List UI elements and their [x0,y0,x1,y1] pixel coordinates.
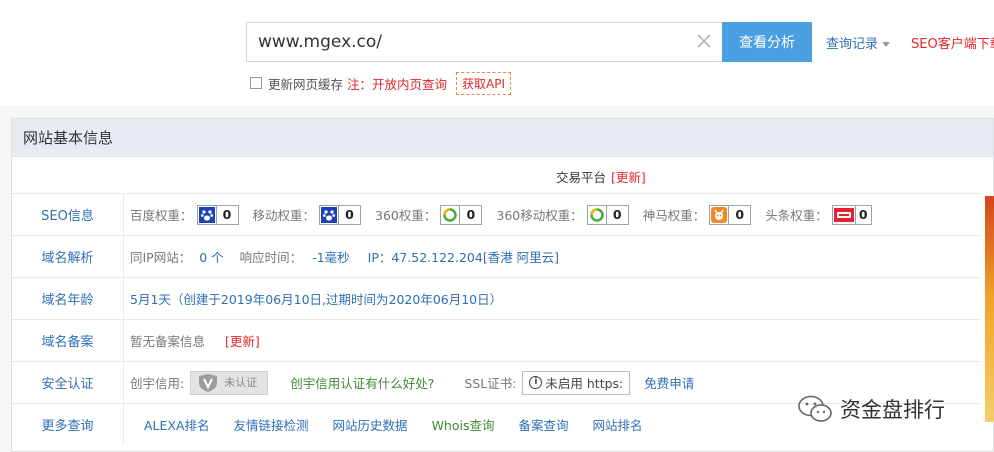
weight-badge[interactable]: 0 [196,204,239,225]
weight-badge[interactable]: 0 [586,204,629,225]
same-ip-label: 同IP网站： [130,250,192,265]
baidu-paw-icon [320,206,338,224]
info-icon: i [529,376,543,389]
icp-body: 暂无备案信息 [更新] [124,331,260,350]
seo-row-label[interactable]: SEO信息 [12,194,124,235]
shenma-weight: 神马权重： 0 [642,204,752,225]
360-weight: 360权重： 0 [375,204,483,225]
weight-value: 0 [215,205,238,224]
weight-label: 百度权重： [130,208,193,223]
history-label: 查询记录 [826,37,879,52]
wechat-icon [798,395,832,422]
response-time-label: 响应时间： [239,250,303,265]
more-query-links: ALEXA排名 友情链接检测 网站历史数据 Whois查询 备案查询 网站排名 [124,415,667,434]
side-ad-strip[interactable] [985,196,994,422]
weight-label: 移动权重： [252,208,316,223]
panel-title: 网站基本信息 [12,119,993,157]
trade-row: 交易平台 [更新] [12,157,993,193]
icp-query-link[interactable]: 备案查询 [518,415,568,434]
baidu-weight: 百度权重： 0 [130,204,239,225]
weight-value: 0 [605,205,628,224]
seo-client-link[interactable]: SEO客户端下载 [911,33,994,52]
credit-label: 创宇信用: [130,376,185,391]
watermark-text: 资金盘排行 [840,398,945,422]
seo-row: SEO信息 百度权重： 0 移动权重： 0 360权重： 0 360移动权重： … [12,193,980,235]
uncertified-text: 未认证 [224,375,258,389]
wechat-watermark: 资金盘排行 [796,394,945,424]
top-search-bar: 查看分析 查询记录 SEO客户端下载 更新网页缓存 注：开放内页查询 获取API [0,0,994,106]
domain-age-body: 5月1天（创建于2019年06月10日,过期时间为2020年06月10日） [124,289,502,308]
trade-update-link[interactable]: [更新] [611,170,646,185]
domain-age-row-label[interactable]: 域名年龄 [12,278,124,319]
shield-v-icon [196,373,220,393]
update-cache-checkbox[interactable] [250,77,262,89]
weight-label: 360权重： [375,208,437,223]
mobile-weight: 移动权重： 0 [252,204,362,225]
security-body: 创宇信用: 未认证 创宇信用认证有什么好处? SSL证书: i 未启用 http… [124,370,694,395]
url-search-input[interactable] [246,22,723,62]
weight-badge[interactable]: 0 [831,204,872,225]
weight-value: 0 [728,205,750,224]
chevron-down-icon [882,42,891,47]
weight-badge[interactable]: 0 [440,204,483,225]
uncertified-badge[interactable]: 未认证 [190,370,269,395]
360-ring-icon [441,206,459,224]
shenma-horse-icon [710,206,728,224]
more-query-row-label[interactable]: 更多查询 [12,404,124,445]
ssl-apply-link[interactable]: 免费申请 [644,373,694,392]
domain-age-row: 域名年龄 5月1天（创建于2019年06月10日,过期时间为2020年06月10… [12,277,980,319]
weight-label: 神马权重： [642,208,706,223]
domain-age-value[interactable]: 5月1天（创建于2019年06月10日,过期时间为2020年06月10日） [130,289,502,308]
weight-value: 0 [854,205,871,224]
weight-value: 0 [459,205,481,224]
baidu-paw-icon [198,206,216,224]
toutiao-weight: 头条权重： 0 [765,204,872,225]
icp-update-link[interactable]: [更新] [225,331,260,350]
icp-row-label[interactable]: 域名备案 [12,320,124,361]
dns-row-label[interactable]: 域名解析 [12,236,124,277]
site-history-link[interactable]: 网站历史数据 [333,415,408,434]
dns-body: 同IP网站： 0 个 响应时间： -1毫秒 IP：47.52.122.204[香… [124,247,559,266]
weight-badge[interactable]: 0 [709,204,752,225]
ssl-label: SSL证书: [464,376,517,391]
dns-row: 域名解析 同IP网站： 0 个 响应时间： -1毫秒 IP：47.52.122.… [12,235,980,277]
history-dropdown[interactable]: 查询记录 [826,33,891,52]
credit-benefit-link[interactable]: 创宇信用认证有什么好处? [290,373,434,392]
weight-value: 0 [338,205,360,224]
get-api-button[interactable]: 获取API [456,71,512,95]
cache-option-row: 更新网页缓存 注：开放内页查询 获取API [250,71,512,95]
ip-address[interactable]: IP：47.52.122.204[香港 阿里云] [368,247,559,266]
weight-label: 360移动权重： [496,208,583,223]
response-time-value: -1毫秒 [312,250,350,265]
whois-link[interactable]: Whois查询 [432,415,495,434]
weight-badge[interactable]: 0 [319,204,362,225]
icp-value: 暂无备案信息 [130,334,206,349]
toutiao-icon [833,206,855,224]
analyze-button[interactable]: 查看分析 [722,22,812,62]
360-ring-icon [588,206,606,224]
360-mobile-weight: 360移动权重： 0 [496,204,629,225]
ssl-status-text: 未启用 https: [545,376,624,391]
icp-row: 域名备案 暂无备案信息 [更新] [12,319,980,361]
trade-platform-label: 交易平台 [556,170,607,185]
inner-page-note: 注：开放内页查询 [347,76,448,92]
site-rank-link[interactable]: 网站排名 [593,415,643,434]
alexa-rank-link[interactable]: ALEXA排名 [144,415,210,434]
ssl-status[interactable]: i 未启用 https: [522,370,631,395]
update-cache-label[interactable]: 更新网页缓存 [268,74,343,93]
security-row-label[interactable]: 安全认证 [12,362,124,403]
clear-icon[interactable] [695,32,713,50]
seo-weights: 百度权重： 0 移动权重： 0 360权重： 0 360移动权重： 0 神马权重… [124,204,886,225]
friend-link-check-link[interactable]: 友情链接检测 [234,415,309,434]
weight-label: 头条权重： [765,208,828,223]
trade-platform: 交易平台 [更新] [556,167,646,186]
same-ip-count[interactable]: 0 个 [199,247,223,266]
